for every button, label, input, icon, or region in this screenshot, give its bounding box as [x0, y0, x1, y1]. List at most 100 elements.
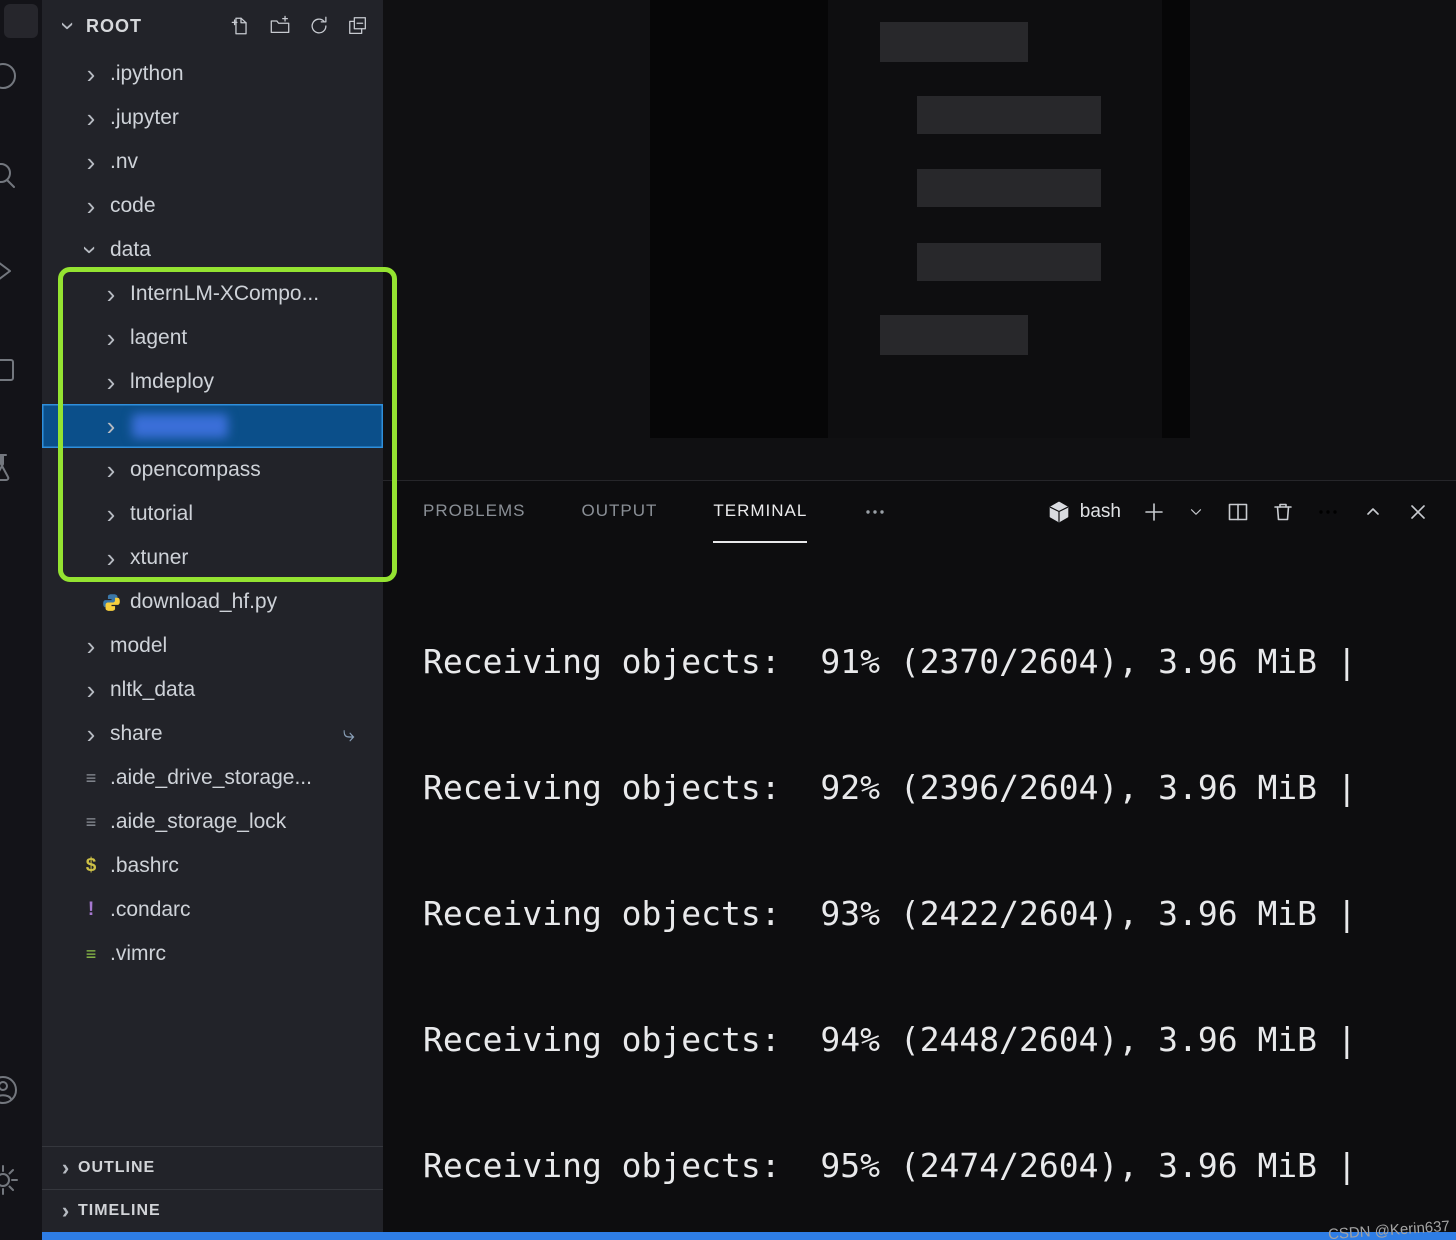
preview-inner-column	[828, 0, 1162, 438]
chevron-right-icon: ›	[106, 455, 116, 485]
chevron-right-icon: ›	[106, 323, 116, 353]
new-folder-icon[interactable]	[269, 15, 291, 37]
terminal-line: Receiving objects: 94% (2448/2604), 3.96…	[423, 1020, 1357, 1059]
tree-item-label: lagent	[130, 326, 188, 349]
activity-bar	[0, 0, 42, 1240]
chevron-right-icon: ›	[86, 675, 96, 705]
terminal-panel: PROBLEMS OUTPUT TERMINAL bash Receiving …	[383, 480, 1456, 1232]
status-bar-strip	[42, 1232, 1456, 1240]
chevron-down-icon: ›	[54, 21, 84, 31]
search-icon[interactable]	[0, 158, 21, 194]
new-terminal-plus-icon[interactable]	[1142, 500, 1166, 524]
tree-item-share[interactable]: › share ⤷	[42, 712, 383, 756]
explorer-title: ROOT	[86, 15, 142, 36]
tree-item-label: .ipython	[110, 62, 184, 85]
editor-area	[383, 0, 1456, 480]
tree-item-nv[interactable]: › .nv	[42, 140, 383, 184]
profile-icon[interactable]	[0, 1072, 21, 1108]
file-list-icon: ≡	[85, 767, 97, 788]
tree-item-internlm-xcomposer[interactable]: › InternLM-XCompo...	[42, 272, 383, 316]
tree-item-jupyter[interactable]: › .jupyter	[42, 96, 383, 140]
maximize-panel-chevron-up-icon[interactable]	[1361, 500, 1385, 524]
bash-cube-icon	[1049, 501, 1069, 523]
symlink-arrow-icon: ⤷	[342, 721, 355, 746]
explorer-sidebar: › ROOT › .ipython › .jupyter › .nv › code › d…	[42, 0, 383, 1232]
ide-window: › ROOT › .ipython › .jupyter › .nv › code › d…	[0, 0, 1456, 1240]
panel-header: PROBLEMS OUTPUT TERMINAL bash	[383, 481, 1456, 543]
tree-item-label: .condarc	[110, 898, 191, 921]
chevron-right-icon: ›	[106, 411, 116, 441]
trash-icon[interactable]	[1271, 500, 1295, 524]
tree-item-bashrc[interactable]: $ .bashrc	[42, 844, 383, 888]
new-file-icon[interactable]	[230, 15, 252, 37]
outline-section-header[interactable]: › OUTLINE	[42, 1146, 383, 1189]
terminal-line: Receiving objects: 95% (2474/2604), 3.96…	[423, 1146, 1357, 1185]
redacted-preview-panel	[650, 0, 1190, 438]
config-bang-icon: !	[87, 899, 95, 920]
redacted-block	[917, 96, 1101, 134]
extensions-icon[interactable]	[0, 352, 21, 388]
tree-item-lagent[interactable]: › lagent	[42, 316, 383, 360]
vim-config-icon: ≡	[85, 943, 97, 964]
terminal-line: Receiving objects: 93% (2422/2604), 3.96…	[423, 894, 1357, 933]
tree-item-label: tutorial	[130, 502, 194, 525]
flask-icon[interactable]	[0, 450, 21, 486]
close-panel-icon[interactable]	[1406, 500, 1430, 524]
timeline-section-header[interactable]: › TIMELINE	[42, 1189, 383, 1232]
chevron-right-icon: ›	[86, 103, 96, 133]
chevron-right-icon: ›	[106, 279, 116, 309]
tree-item-xtuner[interactable]: › xtuner	[42, 536, 383, 580]
chevron-right-icon: ›	[86, 147, 96, 177]
tree-item-label: data	[110, 238, 151, 261]
python-icon	[98, 593, 124, 612]
terminal-line: Receiving objects: 92% (2396/2604), 3.96…	[423, 768, 1357, 807]
tree-item-condarc[interactable]: ! .condarc	[42, 888, 383, 932]
tree-item-label: InternLM-XCompo...	[130, 282, 320, 305]
tree-item-label: download_hf.py	[130, 590, 278, 613]
tree-item-download-hf-py[interactable]: download_hf.py	[42, 580, 383, 624]
tree-item-aide-drive-storage[interactable]: ≡ .aide_drive_storage...	[42, 756, 383, 800]
tree-item-label: .aide_storage_lock	[110, 810, 287, 833]
tree-item-label: xtuner	[130, 546, 189, 569]
run-icon[interactable]	[0, 253, 21, 289]
tree-item-lmdeploy[interactable]: › lmdeploy	[42, 360, 383, 404]
tree-item-redacted[interactable]: ›	[42, 404, 383, 448]
tree-item-opencompass[interactable]: › opencompass	[42, 448, 383, 492]
redacted-block	[917, 169, 1101, 207]
tree-item-label: .vimrc	[110, 942, 166, 965]
account-icon[interactable]	[0, 58, 21, 94]
shell-label: bash	[1079, 501, 1121, 522]
tab-output[interactable]: OUTPUT	[581, 481, 657, 543]
tree-item-label: .bashrc	[110, 854, 179, 877]
tree-item-nltk-data[interactable]: › nltk_data	[42, 668, 383, 712]
redacted-label-blur	[132, 414, 228, 438]
tree-item-data[interactable]: › data	[42, 228, 383, 272]
split-terminal-icon[interactable]	[1226, 500, 1250, 524]
chevron-right-icon: ›	[86, 191, 96, 221]
shell-script-icon: $	[85, 855, 97, 876]
tab-terminal[interactable]: TERMINAL	[713, 481, 808, 543]
chevron-right-icon: ›	[86, 631, 96, 661]
tree-item-label: model	[110, 634, 168, 657]
app-logo	[4, 4, 38, 38]
chevron-down-icon[interactable]	[1187, 503, 1205, 521]
tab-problems[interactable]: PROBLEMS	[423, 481, 525, 543]
settings-gear-icon[interactable]	[0, 1162, 21, 1198]
more-tabs-icon[interactable]	[863, 481, 887, 543]
tree-item-label: .jupyter	[110, 106, 179, 129]
terminal-output[interactable]: Receiving objects: 91% (2370/2604), 3.96…	[383, 543, 1456, 1232]
redacted-block	[917, 243, 1101, 281]
tree-item-vimrc[interactable]: ≡ .vimrc	[42, 932, 383, 976]
shell-selector[interactable]: bash	[1047, 500, 1121, 524]
tree-item-model[interactable]: › model	[42, 624, 383, 668]
tree-item-ipython[interactable]: › .ipython	[42, 52, 383, 96]
collapse-all-icon[interactable]	[347, 15, 369, 37]
tree-item-label: nltk_data	[110, 678, 196, 701]
tree-item-tutorial[interactable]: › tutorial	[42, 492, 383, 536]
chevron-right-icon: ›	[86, 719, 96, 749]
refresh-icon[interactable]	[308, 15, 330, 37]
chevron-right-icon: ›	[106, 367, 116, 397]
tree-item-code[interactable]: › code	[42, 184, 383, 228]
more-actions-icon[interactable]	[1316, 500, 1340, 524]
tree-item-aide-storage-lock[interactable]: ≡ .aide_storage_lock	[42, 800, 383, 844]
